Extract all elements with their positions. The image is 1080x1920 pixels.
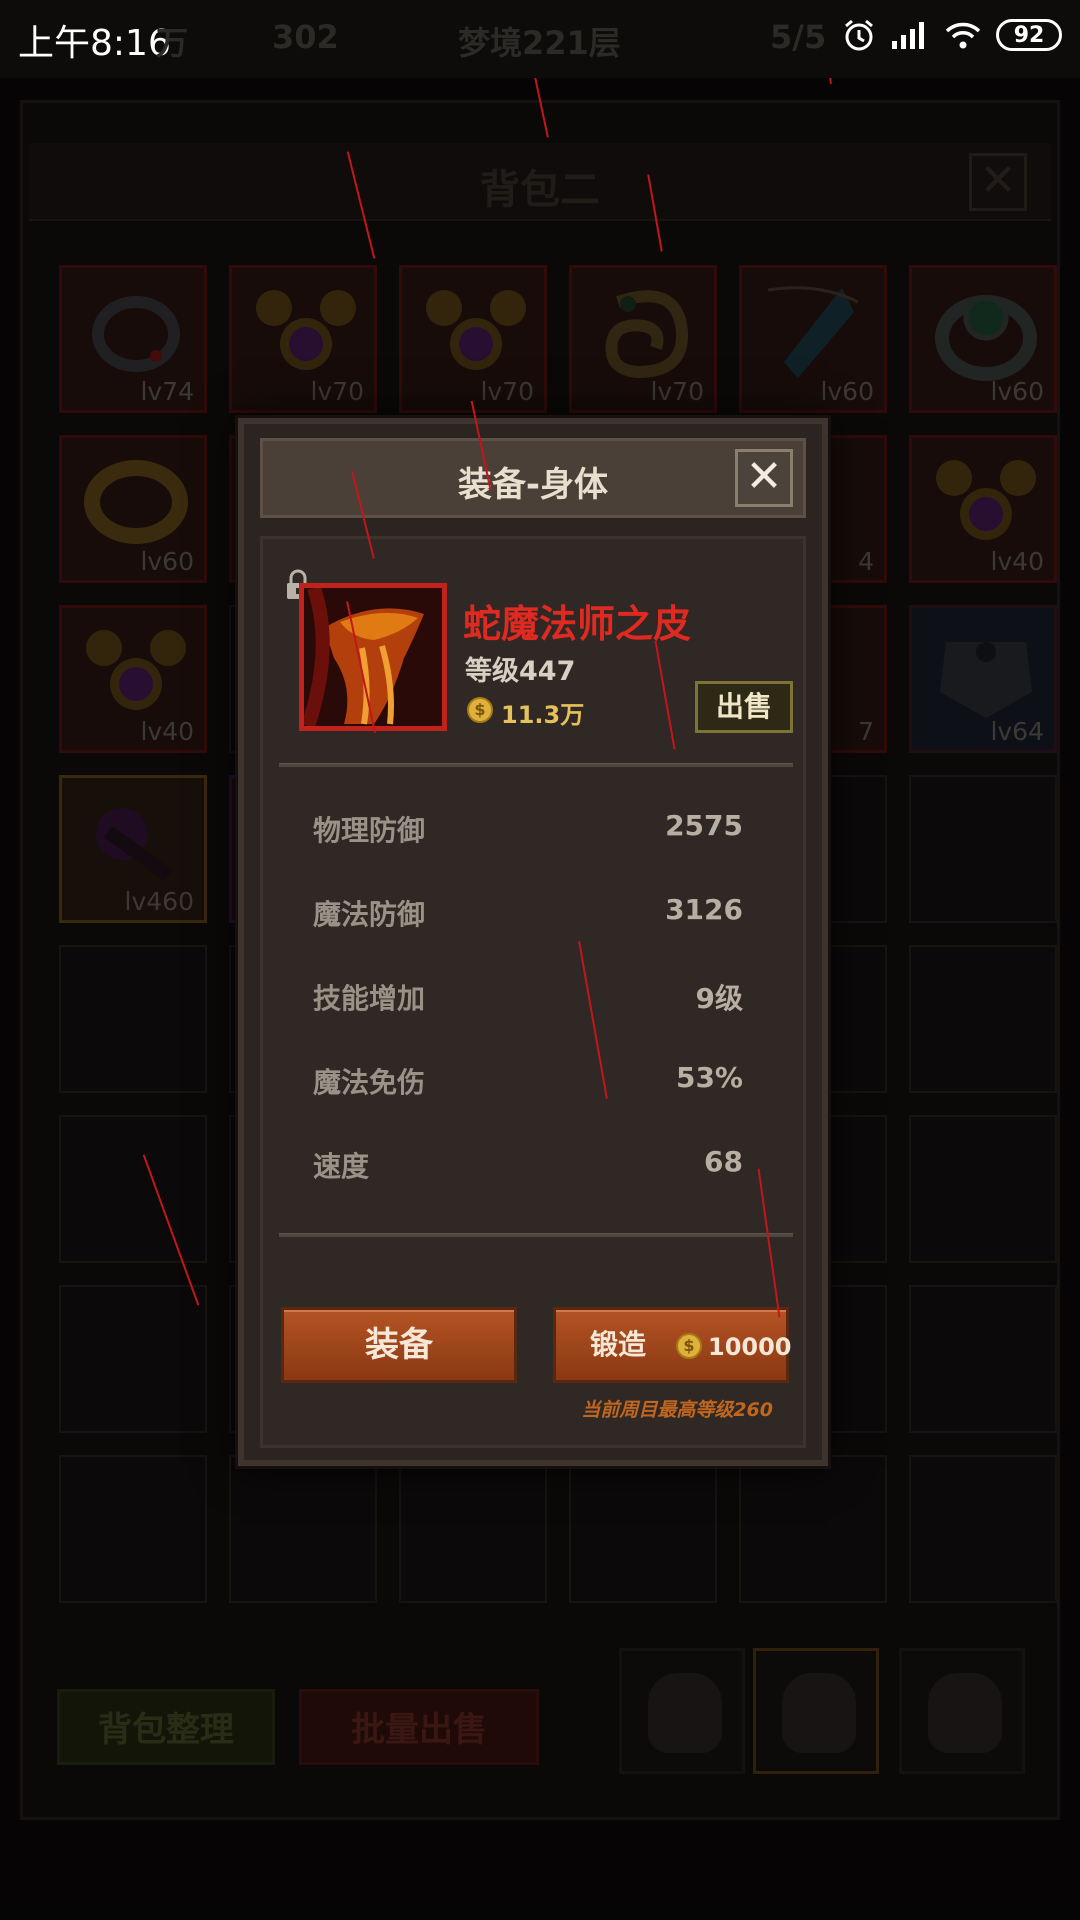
cloak-icon [304, 588, 442, 726]
stat-label: 速度 [313, 1150, 370, 1183]
faded-stage-label: 梦境221层 [458, 24, 621, 62]
status-bar: 上午8:16 万 302 梦境221层 5/5 92 [0, 0, 1080, 78]
stat-row: 物理防御 2575 [313, 809, 743, 849]
signal-icon [892, 22, 924, 49]
stat-row: 魔法防御 3126 [313, 893, 743, 933]
dialog-title: 装备-身体 [457, 465, 609, 505]
item-name: 蛇魔法师之皮 [463, 602, 692, 646]
stat-row: 技能增加 9级 [313, 977, 743, 1017]
battery-level: 92 [1013, 22, 1045, 48]
stat-label: 技能增加 [313, 982, 426, 1015]
stat-value: 3126 [665, 893, 743, 926]
status-icons: 92 [842, 18, 1062, 52]
alarm-icon [845, 19, 873, 51]
equipment-dialog: 装备-身体 ✕ 蛇魔法师之皮 等级447 $ 11.3万 出售 物理防御 257… [238, 418, 828, 1466]
stat-value: 9级 [695, 982, 743, 1015]
divider [279, 763, 793, 767]
wifi-icon [945, 22, 981, 49]
sell-button[interactable]: 出售 [695, 681, 793, 733]
stat-row: 魔法免伤 53% [313, 1061, 743, 1101]
faded-gem-count: 302 [272, 18, 339, 56]
divider [279, 1233, 793, 1237]
battery-indicator: 92 [996, 19, 1062, 51]
stat-value: 68 [704, 1145, 743, 1178]
forge-level-note: 当前周目最高等级260 [581, 1399, 773, 1421]
faded-gold-count: 万 [156, 24, 189, 62]
stat-value: 2575 [665, 809, 743, 842]
stat-label: 魔法免伤 [313, 1066, 426, 1099]
coin-icon: $ [467, 697, 493, 723]
forge-label: 锻造 [590, 1328, 647, 1361]
faded-energy: 5/5 [770, 18, 827, 56]
forge-cost: 10000 [708, 1333, 792, 1361]
stat-row: 速度 68 [313, 1145, 743, 1185]
item-level: 等级447 [465, 656, 576, 687]
clock: 上午8:16 [18, 23, 171, 64]
coin-icon: $ [676, 1333, 702, 1359]
stat-label: 物理防御 [313, 814, 426, 847]
item-portrait [299, 583, 447, 731]
stat-label: 魔法防御 [313, 898, 426, 931]
dialog-header: 装备-身体 ✕ [260, 438, 806, 518]
equip-button[interactable]: 装备 [281, 1307, 517, 1383]
forge-button[interactable]: 锻造 $ 10000 [553, 1307, 792, 1383]
dialog-body: 蛇魔法师之皮 等级447 $ 11.3万 出售 物理防御 2575 魔法防御 3… [260, 536, 806, 1448]
stat-value: 53% [675, 1061, 743, 1094]
item-price: 11.3万 [501, 701, 585, 729]
dialog-close-button[interactable]: ✕ [735, 449, 793, 507]
